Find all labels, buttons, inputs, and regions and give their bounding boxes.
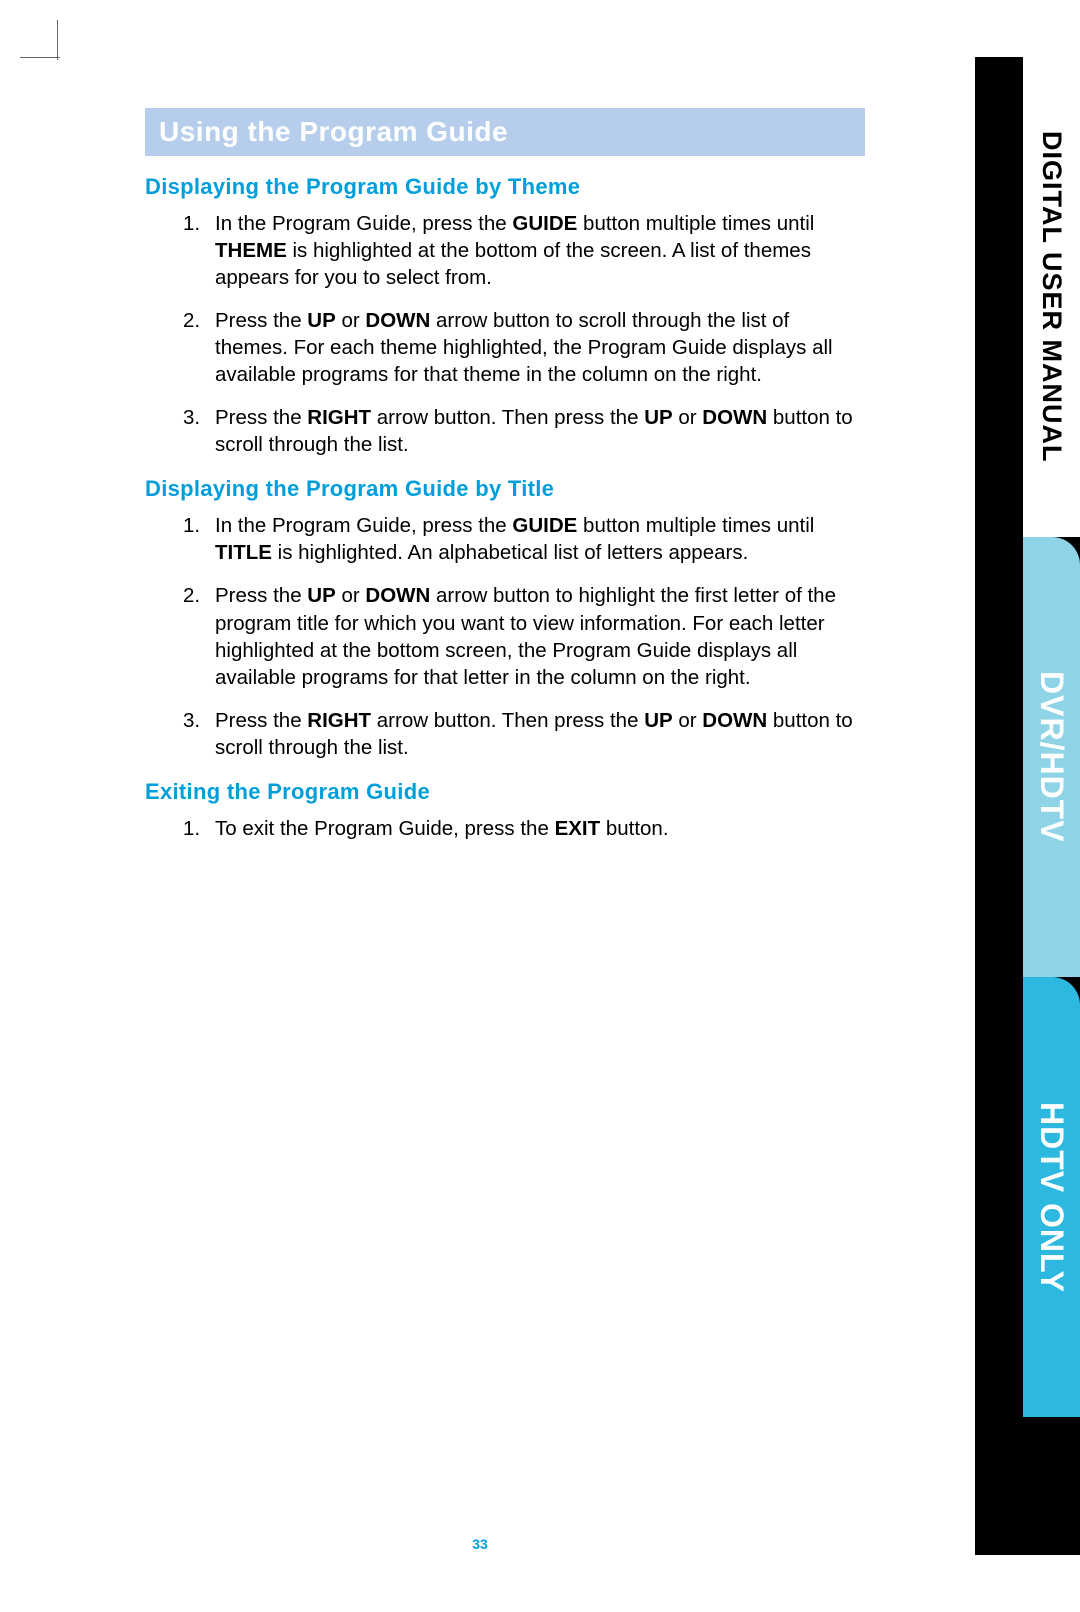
bold-text: UP: [644, 709, 672, 732]
text: arrow button. Then press the: [371, 406, 644, 429]
subheading-theme: Displaying the Program Guide by Theme: [145, 174, 865, 200]
text: Press the: [215, 406, 307, 429]
step-number: 3.: [183, 404, 200, 431]
text: In the Program Guide, press the: [215, 514, 512, 537]
bold-text: THEME: [215, 239, 287, 262]
steps-theme: 1. In the Program Guide, press the GUIDE…: [145, 210, 865, 458]
bold-text: EXIT: [555, 817, 601, 840]
bold-text: GUIDE: [512, 514, 577, 537]
list-item: 1. To exit the Program Guide, press the …: [215, 815, 865, 842]
list-item: 2. Press the UP or DOWN arrow button to …: [215, 307, 865, 388]
list-item: 3. Press the RIGHT arrow button. Then pr…: [215, 404, 865, 458]
text: or: [336, 309, 366, 332]
steps-title: 1. In the Program Guide, press the GUIDE…: [145, 512, 865, 760]
bold-text: UP: [644, 406, 672, 429]
step-number: 2.: [183, 582, 200, 609]
crop-mark: [20, 57, 60, 58]
tab-label: DIGITAL USER MANUAL: [1036, 111, 1067, 483]
text: Press the: [215, 584, 307, 607]
steps-exit: 1. To exit the Program Guide, press the …: [145, 815, 865, 842]
list-item: 1. In the Program Guide, press the GUIDE…: [215, 512, 865, 566]
side-tab-dvr-hdtv: DVR/HDTV: [1023, 537, 1080, 977]
bold-text: RIGHT: [307, 709, 371, 732]
list-item: 3. Press the RIGHT arrow button. Then pr…: [215, 707, 865, 761]
bold-text: UP: [307, 584, 335, 607]
step-number: 1.: [183, 815, 200, 842]
text: button multiple times until: [577, 212, 814, 235]
step-number: 3.: [183, 707, 200, 734]
text: or: [673, 406, 703, 429]
side-tab-hdtv-only: HDTV ONLY: [1023, 977, 1080, 1417]
section-header: Using the Program Guide: [145, 108, 865, 156]
text: or: [673, 709, 703, 732]
text: To exit the Program Guide, press the: [215, 817, 555, 840]
bold-text: DOWN: [365, 309, 430, 332]
list-item: 1. In the Program Guide, press the GUIDE…: [215, 210, 865, 291]
page-number: 33: [0, 1536, 960, 1552]
text: button multiple times until: [577, 514, 814, 537]
step-number: 1.: [183, 210, 200, 237]
step-number: 2.: [183, 307, 200, 334]
text: Press the: [215, 709, 307, 732]
subheading-title: Displaying the Program Guide by Title: [145, 476, 865, 502]
tab-label: DVR/HDTV: [1033, 651, 1070, 863]
bold-text: DOWN: [365, 584, 430, 607]
text: button.: [600, 817, 668, 840]
bold-text: GUIDE: [512, 212, 577, 235]
text: is highlighted. An alphabetical list of …: [272, 541, 748, 564]
side-tab-digital-user-manual: DIGITAL USER MANUAL: [1023, 57, 1080, 537]
crop-mark: [57, 20, 58, 60]
bold-text: UP: [307, 309, 335, 332]
bold-text: DOWN: [702, 406, 767, 429]
text: or: [336, 584, 366, 607]
bold-text: TITLE: [215, 541, 272, 564]
list-item: 2. Press the UP or DOWN arrow button to …: [215, 582, 865, 690]
text: In the Program Guide, press the: [215, 212, 512, 235]
bold-text: RIGHT: [307, 406, 371, 429]
subheading-exit: Exiting the Program Guide: [145, 779, 865, 805]
text: Press the: [215, 309, 307, 332]
text: arrow button. Then press the: [371, 709, 644, 732]
text: is highlighted at the bottom of the scre…: [215, 239, 811, 289]
page-content: Using the Program Guide Displaying the P…: [145, 108, 865, 858]
tab-label: HDTV ONLY: [1033, 1082, 1070, 1313]
step-number: 1.: [183, 512, 200, 539]
bold-text: DOWN: [702, 709, 767, 732]
